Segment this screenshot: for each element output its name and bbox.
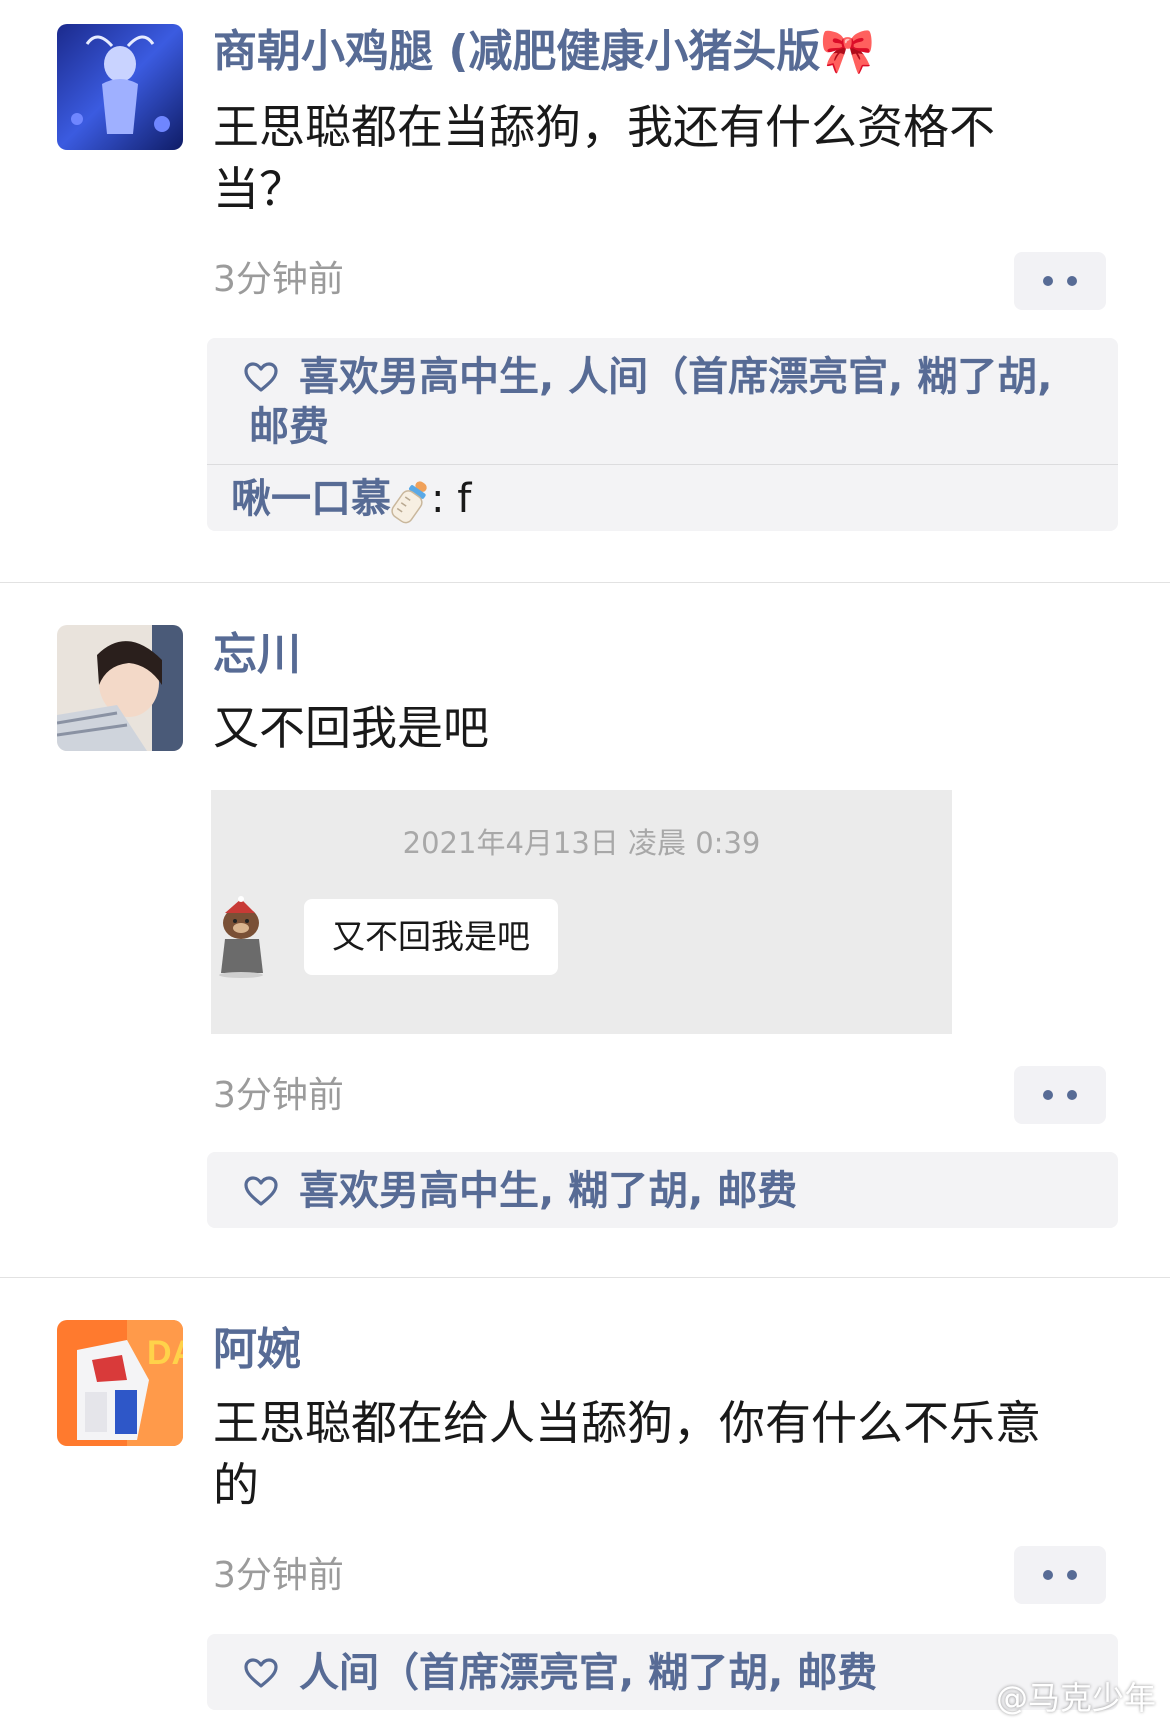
svg-text:DA: DA <box>147 1334 183 1372</box>
likes-box: 人间（首席漂亮官, 糊了胡, 邮费 <box>207 1634 1118 1710</box>
comment-text: 王思聪都在给人当舔狗，你有什么不乐意的 <box>213 1396 1041 1512</box>
moment-comment-3: DA 阿婉 王思聪都在给人当舔狗，你有什么不乐意的 3分钟前 人间（首席漂亮官,… <box>0 0 1170 1727</box>
likes-list[interactable]: 人间（首席漂亮官, 糊了胡, 邮费 <box>207 1634 1118 1710</box>
avatar[interactable]: DA <box>57 1320 183 1446</box>
more-button[interactable] <box>1014 1546 1106 1604</box>
heart-outline-icon <box>244 1658 278 1688</box>
avatar-image: DA <box>57 1320 183 1446</box>
more-dots-icon <box>1043 1570 1053 1580</box>
weibo-watermark: @马克少年 <box>995 1679 1156 1717</box>
timestamp: 3分钟前 <box>213 1555 344 1596</box>
more-dots-icon <box>1067 1570 1077 1580</box>
commenter-name[interactable]: 阿婉 <box>213 1322 301 1378</box>
